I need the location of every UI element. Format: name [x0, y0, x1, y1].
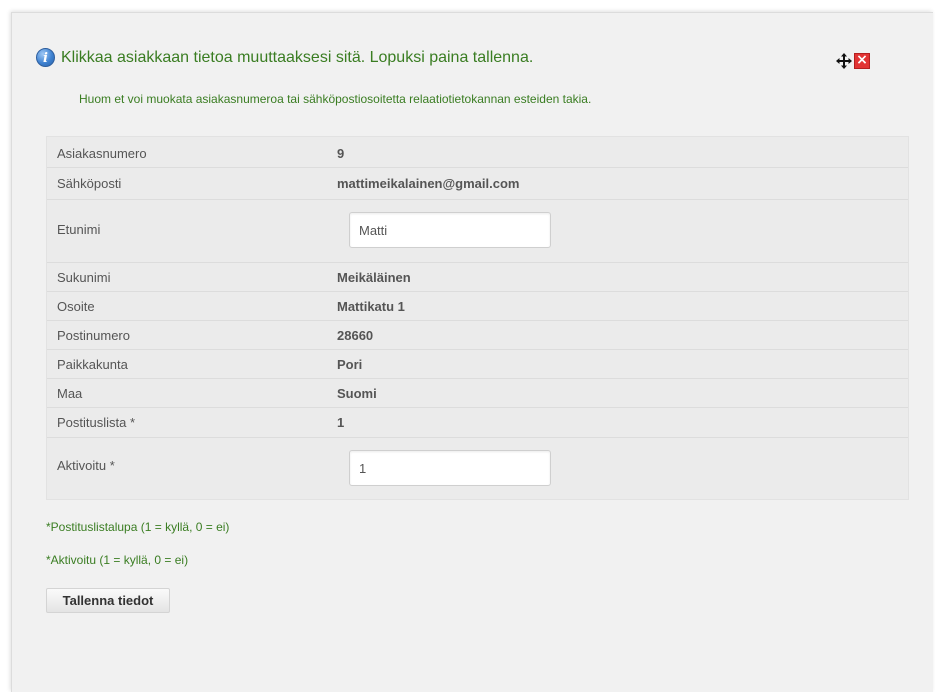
label-postinumero: Postinumero	[57, 328, 130, 343]
info-icon: i	[36, 48, 55, 67]
footnote-aktivoitu: *Aktivoitu (1 = kyllä, 0 = ei)	[46, 553, 189, 567]
label-postituslista: Postituslista *	[57, 415, 136, 430]
label-maa: Maa	[57, 386, 83, 401]
note-text: Huom et voi muokata asiakasnumeroa tai s…	[79, 92, 592, 106]
move-icon[interactable]	[836, 53, 852, 69]
row-osoite: Osoite Mattikatu 1	[47, 292, 908, 321]
aktivoitu-input[interactable]	[349, 450, 551, 486]
label-sahkoposti: Sähköposti	[57, 176, 122, 191]
value-paikkakunta[interactable]: Pori	[337, 357, 362, 372]
row-maa: Maa Suomi	[47, 379, 908, 408]
row-postituslista: Postituslista * 1	[47, 408, 908, 438]
value-osoite[interactable]: Mattikatu 1	[337, 299, 405, 314]
label-osoite: Osoite	[57, 299, 95, 314]
value-maa[interactable]: Suomi	[337, 386, 377, 401]
row-etunimi: Etunimi	[47, 200, 908, 263]
label-aktivoitu: Aktivoitu *	[57, 458, 115, 473]
etunimi-input[interactable]	[349, 212, 551, 248]
label-sukunimi: Sukunimi	[57, 270, 111, 285]
close-icon[interactable]: ×	[854, 53, 870, 69]
save-button[interactable]: Tallenna tiedot	[46, 588, 170, 613]
value-sukunimi[interactable]: Meikäläinen	[337, 270, 411, 285]
row-sukunimi: Sukunimi Meikäläinen	[47, 263, 908, 292]
label-asiakasnumero: Asiakasnumero	[57, 146, 147, 161]
row-asiakasnumero: Asiakasnumero 9	[47, 137, 908, 168]
value-postinumero[interactable]: 28660	[337, 328, 373, 343]
row-sahkoposti: Sähköposti mattimeikalainen@gmail.com	[47, 168, 908, 200]
dialog-title: Klikkaa asiakkaan tietoa muuttaaksesi si…	[61, 48, 534, 66]
label-etunimi: Etunimi	[57, 222, 101, 237]
value-sahkoposti: mattimeikalainen@gmail.com	[337, 176, 520, 191]
row-paikkakunta: Paikkakunta Pori	[47, 350, 908, 379]
row-aktivoitu: Aktivoitu *	[47, 438, 908, 499]
row-postinumero: Postinumero 28660	[47, 321, 908, 350]
value-asiakasnumero: 9	[337, 146, 345, 161]
value-postituslista[interactable]: 1	[337, 415, 344, 430]
dialog-header: i Klikkaa asiakkaan tietoa muuttaaksesi …	[36, 48, 533, 67]
label-paikkakunta: Paikkakunta	[57, 357, 128, 372]
customer-details-table: Asiakasnumero 9 Sähköposti mattimeikalai…	[46, 136, 909, 500]
footnote-postituslista: *Postituslistalupa (1 = kyllä, 0 = ei)	[46, 520, 230, 534]
